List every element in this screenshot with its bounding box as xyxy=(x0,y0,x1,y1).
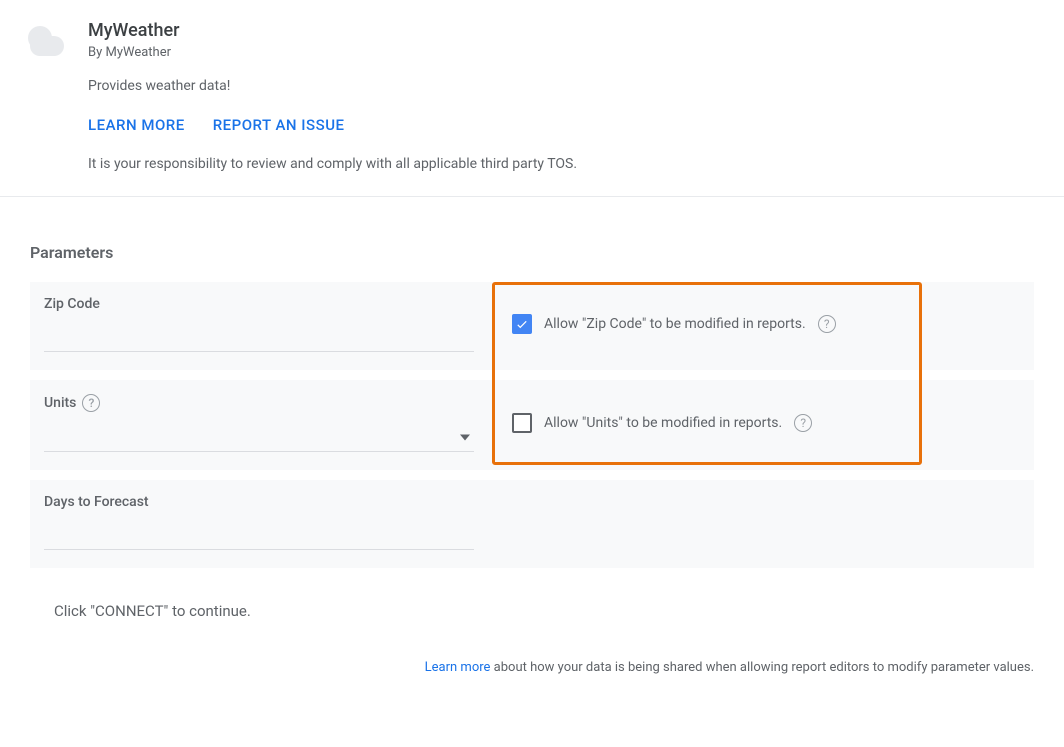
param-row-zip-code: Zip Code Allow "Zip Code" to be modified… xyxy=(30,282,1034,370)
allow-label: Allow "Zip Code" to be modified in repor… xyxy=(544,316,806,332)
footer-learn-more-link[interactable]: Learn more xyxy=(425,660,491,675)
param-row-units: Units ? Allow "Units" to be modified in … xyxy=(30,380,1034,470)
zip-code-input[interactable] xyxy=(44,318,474,352)
help-icon[interactable]: ? xyxy=(818,315,836,333)
allow-zip-code-checkbox[interactable] xyxy=(512,314,532,334)
param-row-days-to-forecast: Days to Forecast xyxy=(30,480,1034,568)
parameters-heading: Parameters xyxy=(30,243,1034,262)
allow-units-checkbox[interactable] xyxy=(512,413,532,433)
connector-logo xyxy=(20,20,68,54)
learn-more-link[interactable]: LEARN MORE xyxy=(88,116,185,134)
help-icon[interactable]: ? xyxy=(82,394,100,412)
help-icon[interactable]: ? xyxy=(794,414,812,432)
connector-title: MyWeather xyxy=(88,20,1044,41)
connector-description: Provides weather data! xyxy=(88,78,1044,94)
cloud-icon xyxy=(22,26,66,54)
days-to-forecast-input[interactable] xyxy=(44,516,474,550)
footer-text: about how your data is being shared when… xyxy=(490,660,1034,675)
parameters-list: Zip Code Allow "Zip Code" to be modified… xyxy=(30,282,1034,568)
connector-byline: By MyWeather xyxy=(88,45,1044,60)
report-issue-link[interactable]: REPORT AN ISSUE xyxy=(213,116,345,134)
param-label: Days to Forecast xyxy=(44,494,149,510)
footer-note: Learn more about how your data is being … xyxy=(0,650,1064,695)
tos-note: It is your responsibility to review and … xyxy=(88,156,1044,172)
param-label: Zip Code xyxy=(44,296,100,312)
units-select[interactable] xyxy=(44,418,474,452)
allow-label: Allow "Units" to be modified in reports. xyxy=(544,415,782,431)
continue-hint: Click "CONNECT" to continue. xyxy=(30,578,1034,630)
connector-header: MyWeather By MyWeather Provides weather … xyxy=(0,0,1064,197)
param-label: Units xyxy=(44,395,76,411)
